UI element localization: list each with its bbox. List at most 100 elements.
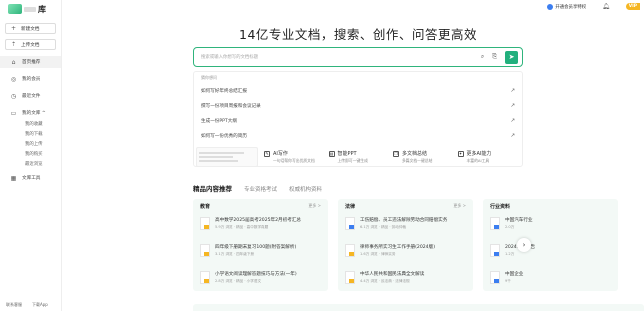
sidebar-item-library[interactable]: ▭ 我的文库 ^ (0, 107, 61, 119)
tab-featured[interactable]: 精品内容推荐 (193, 183, 232, 193)
doc-title: 工伤赔偿、员工违法解除劳动合同赔偿实务 (360, 218, 448, 223)
doc-thumbnail (490, 244, 500, 257)
doc-thumbnail (200, 271, 210, 284)
doc-meta: 5.9万 浏览 · 精品 · 高中数学真题 (215, 225, 269, 229)
doc-thumbnail (490, 217, 500, 230)
feature-sub: 多篇文档一键总结 (402, 158, 433, 163)
doc-item[interactable]: 中国汽车行业 2.0万 (490, 213, 611, 240)
feature-ppt[interactable]: ▤ 智能PPT 上传即可一键生成 (328, 150, 394, 164)
doc-meta: 4.4万 浏览 · 民法典 · 法律法规 (360, 279, 410, 283)
ppt-icon: ▤ (328, 150, 335, 157)
sidebar-item-home[interactable]: ⌂ 首页推荐 (0, 56, 61, 68)
doc-meta: 2.8万 浏览 · 精品 · 小学语文 (215, 279, 262, 283)
tab-exams[interactable]: 专业资格考试 (244, 185, 277, 193)
bell-icon[interactable]: 🔔︎ (602, 3, 610, 10)
feature-preview-thumbnail[interactable] (196, 147, 258, 167)
doc-title: 律师事务所实习生工作手册(2024版) (360, 245, 435, 250)
sidebar-item-vip[interactable]: ◎ 我的会员 (0, 73, 61, 85)
new-doc-button[interactable]: + 新建文档 (5, 23, 56, 34)
doc-title: 中国企业 (505, 272, 524, 277)
doc-item[interactable]: 小学语文阅读理解答题技巧与方法(一年) 2.8万 浏览 · 精品 · 小学语文 (200, 267, 321, 291)
sidebar-item-label: 最近文件 (22, 94, 41, 99)
more-ai-icon: ✦ (457, 150, 464, 157)
feature-title: 更多AI能力 (466, 151, 492, 157)
feature-title: AI写作 (273, 151, 288, 157)
ai-write-icon: ✎ (264, 150, 270, 157)
sidebar-item-recent[interactable]: ◷ 最近文件 (0, 90, 61, 102)
vip-promo-link[interactable]: 开通会员享特权 (547, 3, 587, 10)
doc-item[interactable]: 工伤赔偿、员工违法解除劳动合同赔偿实务 6.1万 浏览 · 精品 · 劳动仲裁 (345, 213, 466, 240)
arrow-up-right-icon: ↗ (510, 102, 515, 109)
sidebar-sub-uploads[interactable]: 我的上传 (0, 139, 61, 149)
suggestion-item[interactable]: 如何写好年终总结汇报 ↗ (201, 83, 515, 98)
feature-title: 智能PPT (337, 151, 357, 157)
vip-promo-text: 开通会员享特权 (555, 4, 587, 10)
sidebar-item-label: 我的会员 (22, 77, 41, 82)
tab-authority[interactable]: 权威机构资料 (289, 185, 322, 193)
logo-text: 库 (38, 4, 46, 14)
feature-more-ai[interactable]: ✦ 更多AI能力 丰富的AI工具 (457, 150, 523, 164)
page-title: 14亿专业文档，搜索、创作、问答更高效 (239, 27, 477, 42)
doc-item[interactable]: 2024年度报告1.2万 (490, 240, 611, 267)
sidebar-sub-history[interactable]: 最近浏览 (0, 159, 61, 169)
feature-multi-doc[interactable]: ❐ 多文档总结 多篇文档一键总结 (393, 150, 458, 164)
top-bar: 开通会员享特权 🔔︎ VIP (547, 3, 640, 10)
suggestion-item[interactable]: 如何写一份优秀的简历 ↗ (201, 128, 515, 143)
sidebar-sub-favorites[interactable]: 我的收藏 (0, 119, 61, 129)
card-title: 法律 (345, 204, 356, 210)
more-link[interactable]: 更多 > (308, 203, 321, 213)
logo[interactable]: 库 (0, 0, 61, 18)
doc-meta: 9千 (505, 279, 511, 283)
doc-title: 四年级下册期末复习100题(附答案解析) (215, 245, 297, 250)
scan-icon[interactable]: ⌕ (481, 53, 484, 61)
vip-icon: ◎ (10, 75, 17, 83)
doc-meta: 3.1万 浏览 · 四年级下册 (215, 252, 255, 256)
send-button[interactable]: ➤ (505, 50, 518, 64)
feature-sub: 上传即可一键生成 (337, 158, 368, 163)
category-card-industry: 行业资料 中国汽车行业 2.0万 2024年度报告1.2万 中国企业 9千 (483, 199, 618, 291)
doc-thumbnail (345, 271, 355, 284)
suggestion-text: 如何写好年终总结汇报 (201, 88, 247, 94)
category-card-law: 法律 更多 > 工伤赔偿、员工违法解除劳动合同赔偿实务 6.1万 浏览 · 精品 ·… (338, 199, 473, 291)
vip-badge[interactable]: VIP (625, 3, 640, 10)
doc-meta: 1.2万 (505, 252, 515, 256)
sidebar-item-tools[interactable]: ▦ 文库工具 (0, 172, 61, 184)
arrow-up-right-icon: ↗ (510, 132, 515, 139)
next-section-strip (193, 304, 644, 311)
feature-title: 多文档总结 (402, 151, 428, 157)
doc-item[interactable]: 高中数学2025届高考2025年2月初考汇总 5.9万 浏览 · 精品 · 高中数… (200, 213, 321, 240)
doc-title: 小学语文阅读理解答题技巧与方法(一年) (215, 272, 297, 277)
carousel-next-button[interactable]: › (517, 238, 531, 252)
vip-dot-icon (547, 3, 554, 10)
grid-icon: ▦ (10, 174, 17, 182)
contact-link[interactable]: 联系客服 (6, 302, 22, 308)
doc-meta: 1.6万 浏览 · 律师实务 (360, 252, 396, 256)
folder-icon: ▭ (10, 109, 17, 117)
sidebar: 库 + 新建文档 ⇡ 上传文档 ⌂ 首页推荐 ◎ 我的会员 ◷ 最近文件 ▭ 我… (0, 0, 62, 311)
suggestion-item[interactable]: 撰写一份项目周报和会议记录 ↗ (201, 98, 515, 113)
sidebar-sub-purchases[interactable]: 我的购买 (0, 149, 61, 159)
search-box[interactable]: 搜索或输入你想写的文档标题 ⌕ ⎘ ➤ (193, 47, 523, 67)
arrow-up-right-icon: ↗ (510, 117, 515, 124)
feature-ai-write[interactable]: ✎ AI写作 一句话帮你写出优质文档 (264, 150, 329, 164)
doc-title: 中华人民共和国民法典全文解读 (360, 272, 425, 277)
more-link[interactable]: 更多 > (453, 203, 466, 213)
feature-row: ✎ AI写作 一句话帮你写出优质文档 ▤ 智能PPT 上传即可一键生成 ❐ 多文档总结… (196, 146, 522, 168)
upload-doc-button[interactable]: ⇡ 上传文档 (5, 39, 56, 50)
sidebar-sub-downloads[interactable]: 我的下载 (0, 129, 61, 139)
card-title: 行业资料 (490, 204, 511, 210)
search-input[interactable]: 搜索或输入你想写的文档标题 (201, 54, 481, 60)
doc-thumbnail (200, 244, 210, 257)
doc-item[interactable]: 中国企业 9千 (490, 267, 611, 291)
doc-item[interactable]: 律师事务所实习生工作手册(2024版) 1.6万 浏览 · 律师实务 (345, 240, 466, 267)
sidebar-item-label: 文库工具 (22, 176, 41, 181)
category-cards: 教育 更多 > 高中数学2025届高考2025年2月初考汇总 5.9万 浏览 · 精… (193, 199, 644, 291)
download-app-link[interactable]: 下载App (32, 302, 48, 308)
logo-icon (8, 4, 22, 14)
attach-icon[interactable]: ⎘ (492, 53, 497, 61)
doc-item[interactable]: 四年级下册期末复习100题(附答案解析) 3.1万 浏览 · 四年级下册 (200, 240, 321, 267)
doc-item[interactable]: 中华人民共和国民法典全文解读 4.4万 浏览 · 民法典 · 法律法规 (345, 267, 466, 291)
plus-icon: + (11, 25, 17, 32)
suggestion-item[interactable]: 生成一份PPT大纲 ↗ (201, 113, 515, 128)
chevron-right-icon: › (522, 241, 526, 249)
